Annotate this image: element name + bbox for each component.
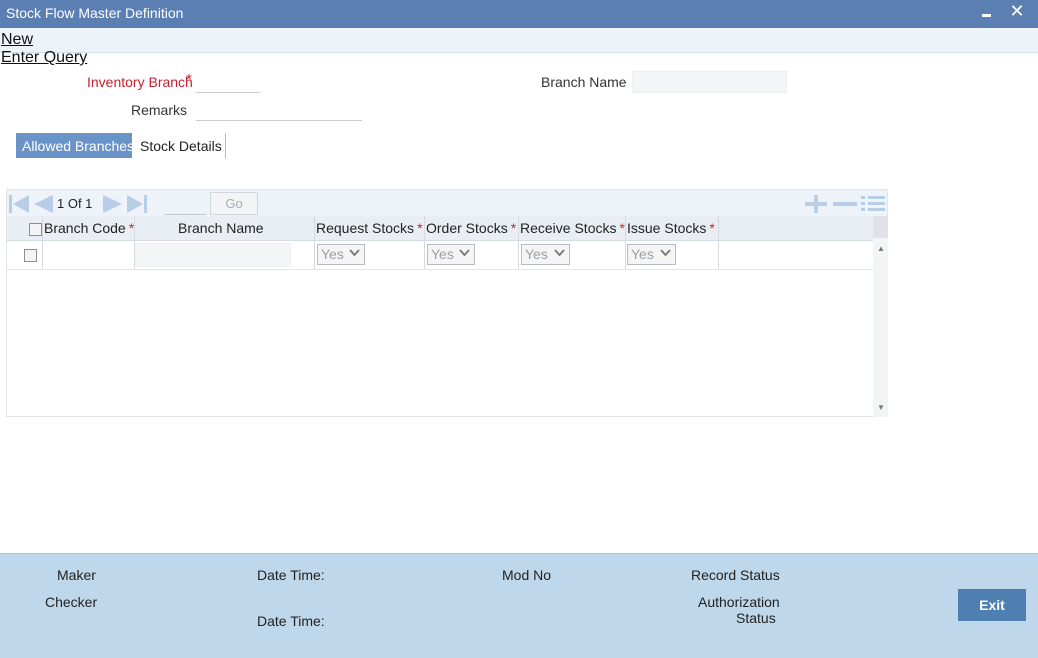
column-header-issue-stocks: Issue Stocks * [627,220,715,236]
column-label: Order Stocks [426,220,508,236]
column-header-request-stocks: Request Stocks * [316,220,423,236]
branch-code-input[interactable] [45,243,131,267]
inventory-branch-label: Inventory Branch [87,74,193,90]
select-all-checkbox[interactable] [29,223,42,236]
close-icon[interactable]: ✕ [1007,1,1027,25]
chevron-down-icon [554,249,565,257]
remarks-label: Remarks [131,102,188,118]
select-value: Yes [431,246,454,262]
next-page-icon[interactable] [102,194,124,214]
chevron-down-icon [660,249,671,257]
request-stocks-select[interactable]: Yes [317,244,365,265]
mod-no-label: Mod No [502,567,552,583]
chevron-down-icon [349,249,360,257]
window-title: Stock Flow Master Definition [6,5,184,21]
required-mark: * [709,220,715,236]
enter-query-link[interactable]: Enter Query [1,49,87,67]
column-header-order-stocks: Order Stocks * [426,220,516,236]
record-status-label: Record Status [691,567,780,583]
add-row-icon[interactable] [804,195,828,213]
order-stocks-select[interactable]: Yes [427,244,475,265]
issue-stocks-select[interactable]: Yes [627,244,676,265]
required-mark: * [417,220,423,236]
prev-page-icon[interactable] [32,194,54,214]
column-label: Issue Stocks [627,220,707,236]
required-mark: * [510,220,517,236]
inventory-branch-input[interactable] [196,71,260,93]
single-view-icon[interactable] [860,195,886,213]
go-button[interactable]: Go [210,192,258,215]
first-page-icon[interactable] [8,194,30,214]
menu-bar [0,28,1038,53]
authorization-status-label: Status [736,610,776,626]
page-number-input[interactable] [164,194,206,215]
select-value: Yes [321,246,344,262]
branch-name-field [632,71,787,93]
new-link[interactable]: New [1,31,33,49]
authorization-label: Authorization [698,594,780,610]
scroll-down-icon[interactable]: ▼ [877,403,885,412]
delete-row-icon[interactable] [832,195,858,213]
grid-toolbar: 1 Of 1 Go [7,190,887,216]
last-page-icon[interactable] [126,194,148,214]
column-header-branch-name: Branch Name [178,220,264,236]
scrollbar-thumb[interactable] [873,216,888,238]
column-label: Request Stocks [316,220,415,236]
select-value: Yes [525,246,548,262]
title-bar: Stock Flow Master Definition ✕ [0,0,1038,28]
checker-date-time-label: Date Time: [257,613,325,629]
chevron-down-icon [459,249,470,257]
receive-stocks-select[interactable]: Yes [521,244,570,265]
page-indicator: 1 Of 1 [57,196,93,211]
row-select-checkbox[interactable] [24,249,37,262]
checker-label: Checker [45,594,98,610]
maker-date-time-label: Date Time: [257,567,325,583]
allowed-branches-grid: 1 Of 1 Go Branch Code * Branch Name Reque… [6,189,888,417]
branch-name-label: Branch Name [541,74,627,90]
column-header-branch-code: Branch Code * [44,220,134,236]
tab-stock-details[interactable]: Stock Details [134,133,226,158]
branch-name-cell [135,243,291,267]
column-label: Receive Stocks [520,220,617,236]
column-header-receive-stocks: Receive Stocks * [520,220,625,236]
grid-scrollbar[interactable]: ▲ ▼ [873,216,888,417]
scroll-up-icon[interactable]: ▲ [877,244,885,253]
minimize-icon[interactable] [976,1,996,25]
remarks-input[interactable] [196,99,362,121]
column-label: Branch Code [44,220,126,236]
tab-allowed-branches[interactable]: Allowed Branches [16,133,134,158]
maker-label: Maker [57,567,96,583]
grid-header: Branch Code * Branch Name Request Stocks *… [7,216,873,241]
select-value: Yes [631,246,654,262]
required-mark: * [186,71,192,88]
exit-button[interactable]: Exit [958,589,1026,621]
